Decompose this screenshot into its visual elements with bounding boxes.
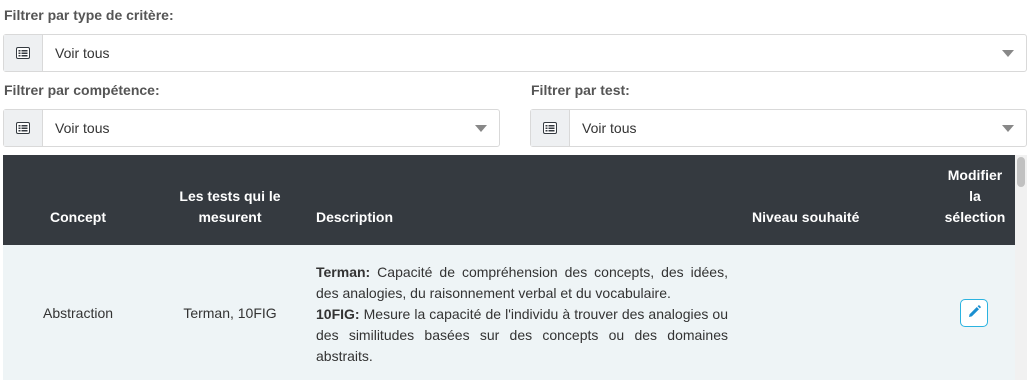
edit-selection-button[interactable] xyxy=(960,299,988,327)
desc-10fig-text: Mesure la capacité de l'individu à trouv… xyxy=(316,306,728,364)
pencil-icon xyxy=(968,305,981,321)
filter-test-select[interactable]: Voir tous xyxy=(530,109,1027,147)
header-modifier-line2: la xyxy=(969,188,981,204)
filter-competence-label: Filtrer par compétence: xyxy=(4,82,160,98)
filter-critere-select[interactable]: Voir tous xyxy=(3,34,1027,72)
list-icon xyxy=(531,110,570,146)
desc-terman-text: Capacité de compréhension des concepts, … xyxy=(316,264,728,301)
filter-test-label: Filtrer par test: xyxy=(531,82,630,98)
chevron-down-icon xyxy=(990,35,1026,71)
scrollbar-thumb[interactable] xyxy=(1017,157,1025,187)
header-modifier-label: Modifier la sélection xyxy=(945,165,1006,228)
filter-test-value: Voir tous xyxy=(582,120,637,136)
header-concept: Concept xyxy=(43,155,113,245)
list-icon xyxy=(4,35,43,71)
desc-terman-name: Terman: xyxy=(316,264,371,280)
header-modifier-line1: Modifier xyxy=(947,167,1003,183)
header-tests-line1: Les tests qui le xyxy=(179,188,281,204)
criteria-table: Concept Les tests qui le mesurent Descrip… xyxy=(3,155,1027,380)
table-header: Concept Les tests qui le mesurent Descrip… xyxy=(3,155,1015,245)
list-icon xyxy=(4,110,43,146)
header-modifier-line3: sélection xyxy=(944,209,1006,225)
header-tests: Les tests qui le mesurent xyxy=(171,155,289,245)
chevron-down-icon xyxy=(463,110,499,146)
cell-description: Terman: Capacité de compréhension des co… xyxy=(316,262,728,367)
desc-10fig-name: 10FIG: xyxy=(316,306,360,322)
filter-competence-value: Voir tous xyxy=(55,120,110,136)
table-row: Abstraction Terman, 10FIG Terman: Capaci… xyxy=(3,245,1015,380)
header-tests-line2: mesurent xyxy=(198,209,262,225)
header-niveau: Niveau souhaité xyxy=(752,155,902,245)
header-concept-label: Concept xyxy=(50,209,106,225)
cell-concept: Abstraction xyxy=(42,304,114,321)
cell-niveau xyxy=(752,245,902,380)
cell-tests: Terman, 10FIG xyxy=(183,304,277,321)
header-tests-label: Les tests qui le mesurent xyxy=(179,186,280,228)
filter-critere-label: Filtrer par type de critère: xyxy=(4,7,174,23)
chevron-down-icon xyxy=(990,110,1026,146)
table-scrollbar[interactable] xyxy=(1015,155,1027,380)
header-description: Description xyxy=(316,155,516,245)
header-niveau-label: Niveau souhaité xyxy=(752,209,860,225)
header-modifier: Modifier la sélection xyxy=(935,155,1015,245)
filter-critere-value: Voir tous xyxy=(55,45,110,61)
filter-competence-select[interactable]: Voir tous xyxy=(3,109,500,147)
header-description-label: Description xyxy=(316,209,394,225)
